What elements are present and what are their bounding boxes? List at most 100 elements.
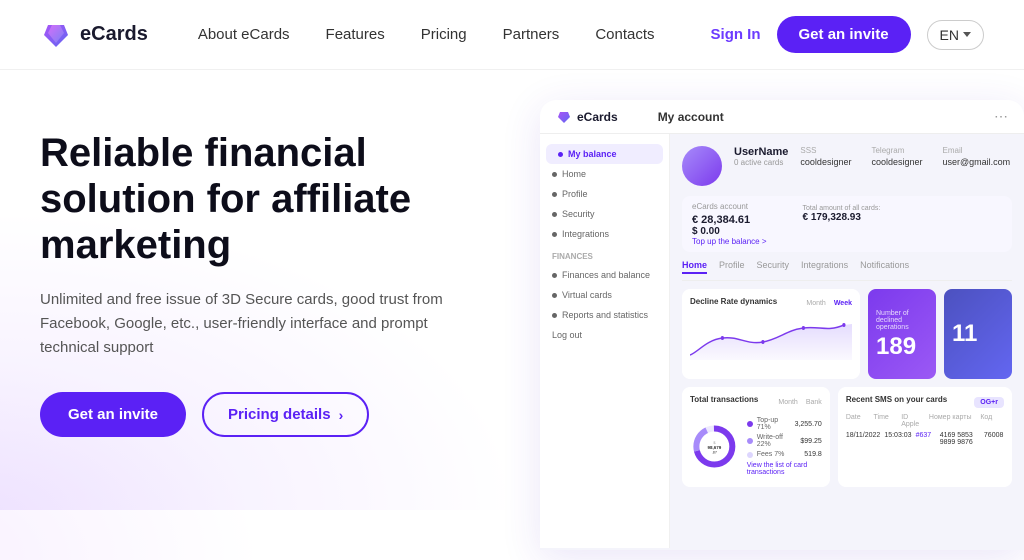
db-user-sub: 0 active cards bbox=[734, 158, 788, 167]
db-email-label: Email bbox=[943, 146, 1011, 155]
db-donut-chart: $ 98,679 .87 bbox=[690, 414, 739, 479]
db-email-stat: Email user@gmail.com bbox=[943, 146, 1011, 175]
db-sidebar-security[interactable]: Security bbox=[540, 204, 669, 224]
sign-in-button[interactable]: Sign In bbox=[711, 26, 761, 43]
db-chart-week: Week bbox=[834, 300, 852, 307]
db-balance-area: eCards account € 28,384.61 $ 0.00 Top up… bbox=[682, 196, 1012, 252]
legend-dot-icon bbox=[747, 452, 753, 458]
db-menu-dots[interactable]: ⋯ bbox=[994, 108, 1008, 125]
db-legend: Top-up 71% 3,255.70 Write-off 22% $99.25 bbox=[747, 417, 822, 458]
db-donut-legend: Top-up 71% 3,255.70 Write-off 22% $99.25 bbox=[747, 417, 822, 476]
logo-icon bbox=[40, 19, 72, 51]
db-sms-badge: OG+r bbox=[974, 397, 1004, 408]
db-sidebar-profile[interactable]: Profile bbox=[540, 184, 669, 204]
sidebar-label: My balance bbox=[568, 149, 617, 159]
db-sms-col-id: ID Apple bbox=[901, 414, 925, 428]
hero-pricing-button[interactable]: Pricing details › bbox=[202, 392, 369, 437]
db-avatar bbox=[682, 146, 722, 186]
db-email-value: user@gmail.com bbox=[943, 157, 1011, 167]
nav-pricing[interactable]: Pricing bbox=[421, 26, 467, 43]
sidebar-label: Integrations bbox=[562, 229, 609, 239]
db-trans-tab-bank[interactable]: Bank bbox=[806, 399, 822, 406]
sidebar-label: Home bbox=[562, 169, 586, 179]
nav-actions: Sign In Get an invite EN bbox=[711, 16, 984, 53]
db-sidebar-reports[interactable]: Reports and statistics bbox=[540, 305, 669, 325]
db-usd-value: $ 0.00 bbox=[692, 226, 767, 237]
nav-contacts[interactable]: Contacts bbox=[595, 26, 654, 43]
hero-title: Reliable financial solution for affiliat… bbox=[40, 130, 520, 268]
logo[interactable]: eCards bbox=[40, 19, 148, 51]
legend-writeoff-value: $99.25 bbox=[800, 438, 821, 445]
hero-buttons: Get an invite Pricing details › bbox=[40, 392, 520, 437]
sidebar-dot-icon bbox=[552, 293, 557, 298]
db-stat-card-11: 11 bbox=[944, 289, 1012, 379]
sidebar-label: Security bbox=[562, 209, 595, 219]
db-stat-card-value-1: 189 bbox=[876, 335, 928, 359]
db-telegram-value: cooldesigner bbox=[871, 157, 922, 167]
db-logo-icon bbox=[556, 109, 572, 125]
hero-get-invite-button[interactable]: Get an invite bbox=[40, 392, 186, 437]
sidebar-dot-icon bbox=[552, 212, 557, 217]
db-transactions-title: Total transactions bbox=[690, 395, 758, 404]
db-tab-notifications[interactable]: Notifications bbox=[860, 260, 909, 274]
db-view-transactions-link[interactable]: View the list of card transactions bbox=[747, 462, 822, 476]
db-total-cards: Total amount of all cards: € 179,328.93 bbox=[803, 202, 881, 223]
arrow-right-icon: › bbox=[339, 407, 344, 423]
db-sms-id: #637 bbox=[916, 432, 936, 446]
pricing-label: Pricing details bbox=[228, 406, 331, 423]
sidebar-label: Reports and statistics bbox=[562, 310, 648, 320]
nav-links: About eCards Features Pricing Partners C… bbox=[198, 26, 711, 43]
db-trans-tab-month[interactable]: Month bbox=[778, 399, 797, 406]
db-sidebar-home[interactable]: Home bbox=[540, 164, 669, 184]
db-logo: eCards bbox=[556, 109, 618, 125]
db-sms-code: 76008 bbox=[984, 432, 1004, 446]
db-section-title: My account bbox=[658, 110, 724, 124]
dashboard-wrapper: eCards My account ⋯ My balance Home bbox=[540, 100, 1024, 550]
dashboard-topbar: eCards My account ⋯ bbox=[540, 100, 1024, 134]
sidebar-dot-icon bbox=[552, 172, 557, 177]
get-invite-button[interactable]: Get an invite bbox=[777, 16, 911, 53]
db-tab-integrations[interactable]: Integrations bbox=[801, 260, 848, 274]
brand-name: eCards bbox=[80, 23, 148, 46]
db-euro-value: € 28,384.61 bbox=[692, 214, 767, 226]
db-sidebar-my-balance[interactable]: My balance bbox=[546, 144, 663, 164]
hero-content: Reliable financial solution for affiliat… bbox=[40, 110, 520, 510]
navbar: eCards About eCards Features Pricing Par… bbox=[0, 0, 1024, 70]
chevron-down-icon bbox=[963, 32, 971, 37]
language-selector[interactable]: EN bbox=[927, 20, 984, 50]
db-ecards-balance: eCards account € 28,384.61 $ 0.00 Top up… bbox=[692, 202, 767, 246]
db-sidebar-virtual-cards[interactable]: Virtual cards bbox=[540, 285, 669, 305]
db-account-header: UserName 0 active cards SSS cooldesigner… bbox=[682, 146, 1012, 186]
db-telegram-label: Telegram bbox=[871, 146, 922, 155]
db-telegram-stat: Telegram cooldesigner bbox=[871, 146, 922, 175]
db-sidebar-logout[interactable]: Log out bbox=[540, 325, 669, 345]
nav-partners[interactable]: Partners bbox=[503, 26, 560, 43]
db-bottom-row: Total transactions Month Bank bbox=[682, 387, 1012, 487]
sidebar-dot-icon bbox=[558, 152, 563, 157]
db-topup-link[interactable]: Top up the balance > bbox=[692, 237, 767, 246]
hero-subtitle: Unlimited and free issue of 3D Secure ca… bbox=[40, 288, 460, 360]
db-tab-home[interactable]: Home bbox=[682, 260, 707, 274]
db-sidebar-integrations[interactable]: Integrations bbox=[540, 224, 669, 244]
db-donut-container: $ 98,679 .87 Top-up 71% bbox=[690, 414, 822, 479]
hero-section: Reliable financial solution for affiliat… bbox=[0, 70, 1024, 510]
db-tab-security[interactable]: Security bbox=[757, 260, 790, 274]
db-sidebar-finances[interactable]: Finances and balance bbox=[540, 265, 669, 285]
db-sms-title: Recent SMS on your cards bbox=[846, 395, 947, 404]
legend-dot-icon bbox=[747, 438, 753, 444]
db-sms-col-card: Номер карты bbox=[929, 414, 976, 428]
db-user-info: UserName 0 active cards bbox=[734, 146, 788, 167]
db-legend-fees: Fees 7% 519.8 bbox=[747, 451, 822, 458]
db-username: UserName bbox=[734, 146, 788, 158]
db-chart-month: Month bbox=[806, 300, 825, 307]
db-sms-time: 15:03:03 bbox=[884, 432, 911, 446]
db-sidebar: My balance Home Profile Security bbox=[540, 134, 670, 548]
db-chart-svg bbox=[690, 310, 852, 360]
db-balance-title: eCards account bbox=[692, 202, 767, 211]
db-tab-profile[interactable]: Profile bbox=[719, 260, 745, 274]
nav-about[interactable]: About eCards bbox=[198, 26, 290, 43]
legend-fees-value: 519.8 bbox=[804, 451, 822, 458]
db-sms-col-code: Код bbox=[980, 414, 1004, 428]
db-chart-title: Decline Rate dynamics bbox=[690, 297, 777, 306]
nav-features[interactable]: Features bbox=[326, 26, 385, 43]
